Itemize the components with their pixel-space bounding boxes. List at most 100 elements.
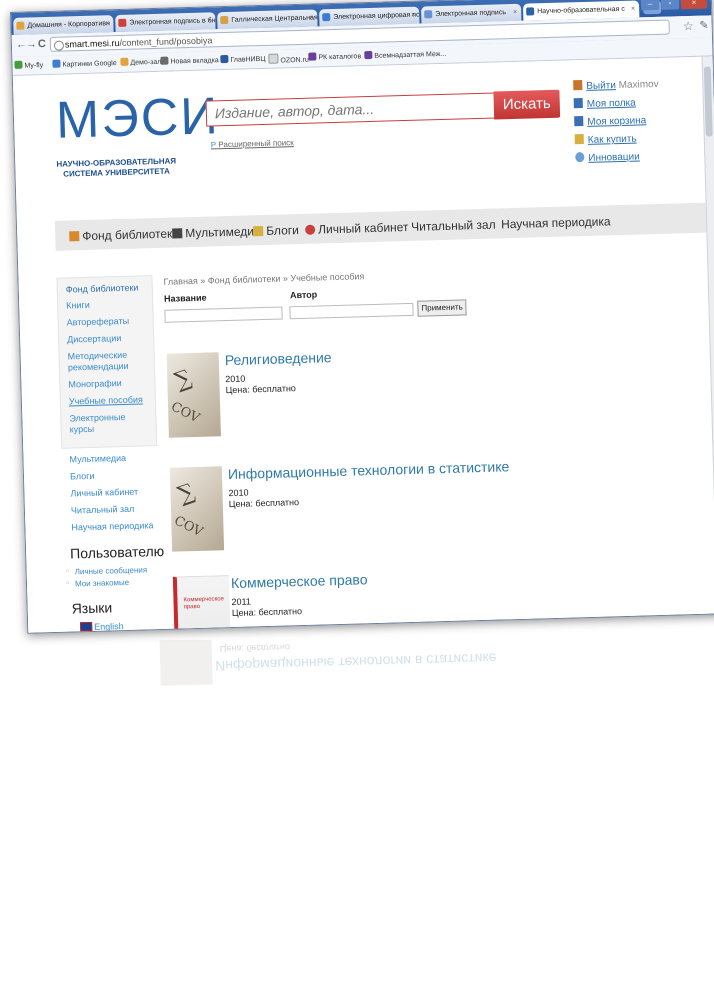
bookmark-item[interactable]: Демо-зал <box>120 57 161 67</box>
book-cover[interactable]: ∑ COV <box>166 352 221 438</box>
bookmark-item[interactable]: OZON.ru <box>268 53 309 65</box>
my-shelf-link[interactable]: Моя полка <box>587 98 636 110</box>
nav-multimedia[interactable]: Мультимедиа <box>172 224 261 240</box>
how-to-buy-link[interactable]: Как купить <box>588 134 637 146</box>
nav-label: Научная периодика <box>500 214 611 232</box>
logout-link[interactable]: Выйти <box>586 80 616 92</box>
cover-art: COV <box>171 513 205 541</box>
wrench-icon[interactable]: ✎ <box>699 19 709 32</box>
favicon-icon <box>424 10 433 19</box>
sidebar-item-ecourses[interactable]: Электронные курсы <box>69 411 150 435</box>
nav-periodicals[interactable]: Научная периодика <box>501 214 611 231</box>
contacts-link[interactable]: Мои знакомые <box>75 577 161 589</box>
bookmark-label: OZON.ru <box>280 56 309 65</box>
reflection-price: Цена: бесплатно <box>219 642 291 655</box>
nav-library[interactable]: Фонд библиотеки <box>69 226 179 243</box>
bookmark-item[interactable]: Картинки Google <box>52 58 117 69</box>
door-icon <box>573 80 583 91</box>
sidebar-item-blogs[interactable]: Блоги <box>70 469 158 482</box>
nav-label: Фонд библиотеки <box>82 226 180 244</box>
globe-icon <box>53 40 65 51</box>
browser-window: Домашняя - Корпоративн × Электронная подп… <box>10 0 714 634</box>
coins-icon <box>574 134 584 145</box>
search-input[interactable] <box>205 92 497 127</box>
sidebar-item-abstracts[interactable]: Авторефераты <box>67 315 147 328</box>
languages-heading: Языки <box>71 599 113 617</box>
close-icon[interactable]: × <box>105 15 110 32</box>
bookmark-item[interactable]: РК каталогов <box>308 51 361 61</box>
sidebar-heading[interactable]: Фонд библиотеки <box>66 282 146 295</box>
my-cart-link[interactable]: Моя корзина <box>587 115 646 128</box>
reflection-cover <box>159 640 213 686</box>
advanced-search-icon: Р <box>210 140 217 150</box>
item-title[interactable]: Религиоведение <box>225 349 332 368</box>
close-window-button[interactable]: × <box>680 0 708 10</box>
book-cover[interactable]: ∑ COV <box>169 466 225 552</box>
bookmark-item[interactable]: My-fly <box>14 60 43 70</box>
bookmark-item[interactable]: ГлавНИВЦ <box>220 54 266 64</box>
sidebar-item-reading-room[interactable]: Читальный зал <box>71 503 159 516</box>
main-nav: Фонд библиотеки Мультимедиа Блоги Личный… <box>54 202 714 251</box>
list-item: ∑ COV Религиоведение 2010 Цена: бесплатно <box>166 340 669 444</box>
item-price: Цена: бесплатно <box>228 497 300 510</box>
site-logo[interactable]: МЭСИ <box>55 87 220 150</box>
cover-title: Коммерческое право <box>183 596 225 611</box>
sigma-glyph: ∑ <box>171 365 195 395</box>
filter-author-input[interactable] <box>289 302 414 320</box>
breadcrumb[interactable]: Главная » Фонд библиотеки » Учебные посо… <box>163 271 364 287</box>
star-icon[interactable]: ☆ <box>683 19 694 33</box>
close-icon[interactable]: × <box>309 10 314 27</box>
bookmark-label: РК каталогов <box>318 53 362 62</box>
close-icon[interactable]: × <box>631 1 636 18</box>
sidebar-item-guidelines[interactable]: Методические рекомендации <box>68 349 149 373</box>
scroll-thumb[interactable] <box>703 66 713 137</box>
item-year: 2010 <box>225 373 246 385</box>
bookmark-icon <box>160 56 169 65</box>
close-icon[interactable]: × <box>207 12 212 29</box>
advanced-search-link[interactable]: Р Расширенный поиск <box>211 138 294 149</box>
item-title[interactable]: Информационные технологии в статистике <box>228 458 510 482</box>
maximize-button[interactable]: ▫ <box>660 0 680 10</box>
nav-reading-room[interactable]: Читальный зал <box>411 218 496 234</box>
sidebar-item-monographs[interactable]: Монографии <box>68 377 148 390</box>
item-title[interactable]: Коммерческое право <box>231 571 368 591</box>
reload-icon[interactable]: C <box>38 38 46 50</box>
forward-icon[interactable]: → <box>26 38 37 50</box>
bookmark-label: My-fly <box>24 62 44 70</box>
apply-button[interactable]: Применить <box>417 299 467 317</box>
cart-icon <box>574 116 584 127</box>
list-item: ∑ COV Информационные технологии в статист… <box>169 454 672 558</box>
advanced-search-label: Расширенный поиск <box>218 138 294 150</box>
nav-blogs[interactable]: Блоги <box>253 223 299 238</box>
nav-cabinet[interactable]: Личный кабинет <box>305 220 409 237</box>
messages-link[interactable]: Личные сообщения <box>75 565 161 576</box>
filter-title-input[interactable] <box>164 306 283 323</box>
bookmark-label: Новая вкладка <box>170 57 219 66</box>
reflection-title: Информационные технологии в статистике <box>215 650 497 675</box>
sidebar-item-books[interactable]: Книги <box>66 298 146 311</box>
item-price: Цена: бесплатно <box>231 606 303 619</box>
innovations-link[interactable]: Инновации <box>588 151 640 163</box>
close-icon[interactable]: × <box>513 4 518 21</box>
tab-label: Электронная цифровая по <box>333 11 420 21</box>
sidebar-item-dissertations[interactable]: Диссертации <box>67 332 147 345</box>
reflection-content: Коммерческое право Цена: бесплатно Инфор… <box>10 640 710 970</box>
sidebar-item-multimedia[interactable]: Мультимедиа <box>69 452 157 465</box>
list-item: Коммерческое право Коммерческое право 20… <box>172 563 675 634</box>
sidebar-item-cabinet[interactable]: Личный кабинет <box>70 486 158 499</box>
nav-label: Блоги <box>266 223 300 238</box>
close-icon[interactable]: × <box>411 7 416 24</box>
bookmark-item[interactable]: Всемнадзаттая Меж... <box>364 49 446 60</box>
minimize-button[interactable]: – <box>640 0 660 11</box>
sidebar-item-periodicals[interactable]: Научная периодика <box>71 520 159 533</box>
sidebar-item-textbooks[interactable]: Учебные пособия <box>69 394 149 407</box>
sidebar-library-box: Фонд библиотеки Книги Авторефераты Диссе… <box>56 275 158 449</box>
language-english[interactable]: English <box>80 620 162 632</box>
search-button[interactable]: Искать <box>493 89 561 120</box>
mirror-reflection: Коммерческое право Цена: бесплатно Инфор… <box>10 640 710 980</box>
bookmark-item[interactable]: Новая вкладка <box>160 55 219 66</box>
tab-label: Электронная подпись <box>435 9 507 19</box>
bookmark-icon <box>220 54 229 64</box>
book-cover[interactable]: Коммерческое право <box>172 575 232 634</box>
url-host: smart.mesi.ru <box>64 37 120 50</box>
